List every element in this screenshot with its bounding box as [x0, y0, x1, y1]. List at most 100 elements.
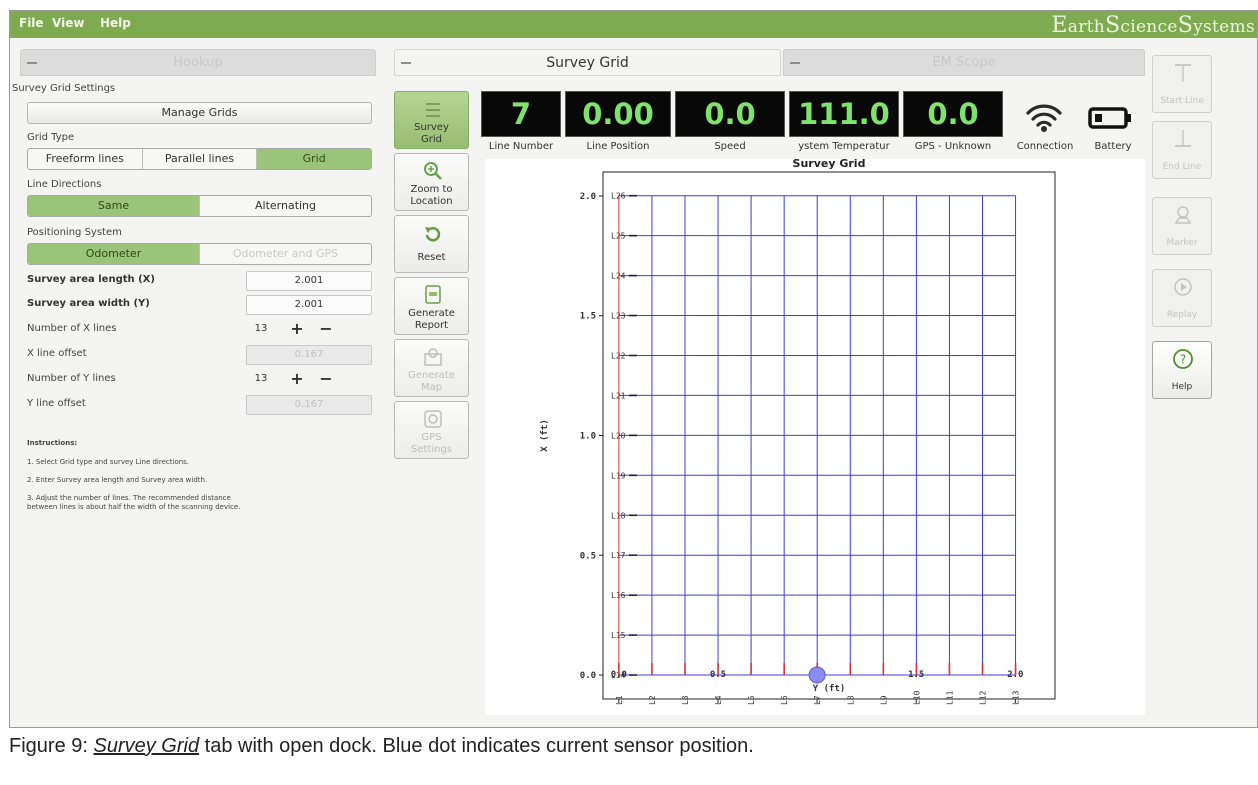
grid-type-freeform[interactable]: Freeform lines — [28, 149, 143, 169]
start-line-button[interactable]: Start Line — [1152, 55, 1212, 113]
y-lines-label: Number of Y lines — [27, 373, 116, 384]
grid-type-selector: Freeform lines Parallel lines Grid — [27, 148, 372, 170]
gps-display: 0.0 — [903, 91, 1003, 137]
marker-button[interactable]: Marker — [1152, 197, 1212, 255]
figure-caption: Figure 9: Survey Grid tab with open dock… — [9, 735, 754, 757]
tab-hookup[interactable]: Hookup — [20, 49, 376, 76]
line-directions-selector: Same Alternating — [27, 195, 372, 217]
line-direction-alternating[interactable]: Alternating — [200, 196, 371, 216]
end-line-button[interactable]: End Line — [1152, 121, 1212, 179]
grid-type-label: Grid Type — [27, 132, 75, 143]
survey-width-label: Survey area width (Y) — [27, 298, 150, 309]
menu-file[interactable]: File — [19, 16, 44, 30]
replay-button[interactable]: Replay — [1152, 269, 1212, 327]
positioning-odometer[interactable]: Odometer — [28, 244, 200, 264]
tab-survey-grid[interactable]: Survey Grid — [394, 49, 781, 76]
caption-tab-name: Survey Grid — [93, 735, 200, 757]
gps-settings-button[interactable]: GPS Settings — [394, 401, 469, 459]
y-lines-increment-button[interactable]: + — [287, 370, 307, 390]
start-line-icon — [1175, 64, 1191, 82]
x-offset-label: X line offset — [27, 348, 87, 359]
menu-help[interactable]: Help — [100, 16, 131, 30]
x-tick-label: 0.0 — [611, 670, 627, 680]
y-offset-field: 0.167 — [246, 395, 372, 415]
survey-grid-plot[interactable]: Survey GridL14L15L16L17L18L19L20L21L22L2… — [485, 157, 1145, 715]
battery-label: Battery — [1094, 141, 1132, 152]
survey-grid-settings-panel: Survey Grid Settings Manage Grids Grid T… — [10, 75, 382, 727]
temperature-label: ystem Temperatur — [798, 141, 890, 152]
reset-button[interactable]: Reset — [394, 215, 469, 273]
end-line-icon — [1175, 130, 1191, 147]
tab-em-scope[interactable]: EM Scope — [783, 49, 1145, 76]
survey-grid-chart[interactable]: Survey Grid L14 L15 L16 L17 L18 L19 L20 L21 L22 L2… — [485, 157, 1145, 715]
grid-line-label-l19: L19 — [611, 471, 626, 480]
survey-length-label: Survey area length (X) — [27, 274, 155, 285]
manage-grids-button[interactable]: Manage Grids — [27, 102, 372, 124]
y-lines-decrement-button[interactable]: − — [316, 370, 336, 390]
line-position-display: 0.00 — [565, 91, 671, 137]
speed-label: Speed — [714, 141, 746, 152]
temperature-display: 111.0 — [789, 91, 899, 137]
grid-line-label-l18: L18 — [611, 511, 626, 520]
zoom-to-location-button[interactable]: Zoom to Location — [394, 153, 469, 211]
grid-line-label-l7: L7 — [813, 695, 822, 705]
grid-line-label-l4: L4 — [714, 695, 723, 705]
reset-icon — [425, 227, 441, 242]
instructions-heading: Instructions: — [27, 439, 78, 447]
grid-lines-icon — [426, 103, 440, 117]
instruction-step-3a: 3. Adjust the number of lines. The recom… — [27, 494, 231, 502]
x-lines-decrement-button[interactable]: − — [316, 320, 336, 340]
grid-type-grid[interactable]: Grid — [257, 149, 371, 169]
positioning-odometer-gps[interactable]: Odometer and GPS — [200, 244, 371, 264]
map-icon — [424, 348, 442, 366]
report-icon — [425, 285, 441, 304]
line-direction-same[interactable]: Same — [28, 196, 200, 216]
grid-line-label-l20: L20 — [611, 431, 626, 440]
grid-line-label-l8: L8 — [846, 695, 855, 705]
gps-icon — [424, 410, 442, 428]
grid-line-label-l24: L24 — [611, 272, 626, 281]
application-window: File View Help EarthScienceSystems Hooku… — [9, 10, 1258, 728]
y-axis-label: X (ft) — [540, 419, 550, 452]
grid-line-label-l16: L16 — [611, 591, 626, 600]
y-tick-label: 0.5 — [580, 551, 596, 561]
zoom-in-icon — [424, 162, 442, 180]
help-button[interactable]: ? Help — [1152, 341, 1212, 399]
line-number-label: Line Number — [488, 141, 554, 152]
menu-view[interactable]: View — [52, 16, 84, 30]
generate-report-button[interactable]: Generate Report — [394, 277, 469, 335]
survey-width-field[interactable]: 2.001 — [246, 295, 372, 315]
instruction-step-2: 2. Enter Survey area length and Survey a… — [27, 476, 208, 484]
chart-title: Survey Grid — [793, 159, 866, 170]
survey-length-field[interactable]: 2.001 — [246, 271, 372, 291]
svg-text:?: ? — [1180, 353, 1186, 367]
x-axis-label: Y (ft) — [813, 684, 846, 694]
instruction-step-1: 1. Select Grid type and survey Line dire… — [27, 458, 190, 466]
grid-line-label-l22: L22 — [611, 351, 626, 360]
marker-pin-icon — [1174, 206, 1192, 224]
x-lines-label: Number of X lines — [27, 323, 117, 334]
grid-line-label-l13: L13 — [1012, 690, 1021, 705]
x-lines-increment-button[interactable]: + — [287, 320, 307, 340]
grid-line-label-l15: L15 — [611, 631, 626, 640]
grid-line-label-l11: L11 — [945, 690, 954, 705]
y-tick-label: 1.5 — [580, 312, 596, 322]
generate-map-button[interactable]: Generate Map — [394, 339, 469, 397]
grid-line-label-l5: L5 — [747, 695, 756, 705]
survey-grid-tool-button[interactable]: Survey Grid — [394, 91, 469, 149]
instruction-step-3b: between lines is about half the width of… — [27, 503, 241, 511]
help-question-icon: ? — [1173, 349, 1193, 369]
line-position-label: Line Position — [586, 141, 650, 152]
x-lines-count[interactable]: 13 — [246, 320, 276, 340]
y-tick-label: 2.0 — [580, 192, 596, 202]
grid-line-label-l17: L17 — [611, 551, 626, 560]
current-sensor-position[interactable] — [808, 666, 826, 684]
grid-line-label-l2: L2 — [648, 695, 657, 705]
y-lines-count[interactable]: 13 — [246, 370, 276, 390]
speed-display: 0.0 — [675, 91, 785, 137]
grid-line-label-l3: L3 — [681, 695, 690, 705]
grid-line-label-l6: L6 — [780, 695, 789, 705]
x-tick-label: 0.5 — [710, 670, 726, 680]
grid-type-parallel[interactable]: Parallel lines — [143, 149, 258, 169]
grid-line-label-l10: L10 — [912, 690, 921, 705]
